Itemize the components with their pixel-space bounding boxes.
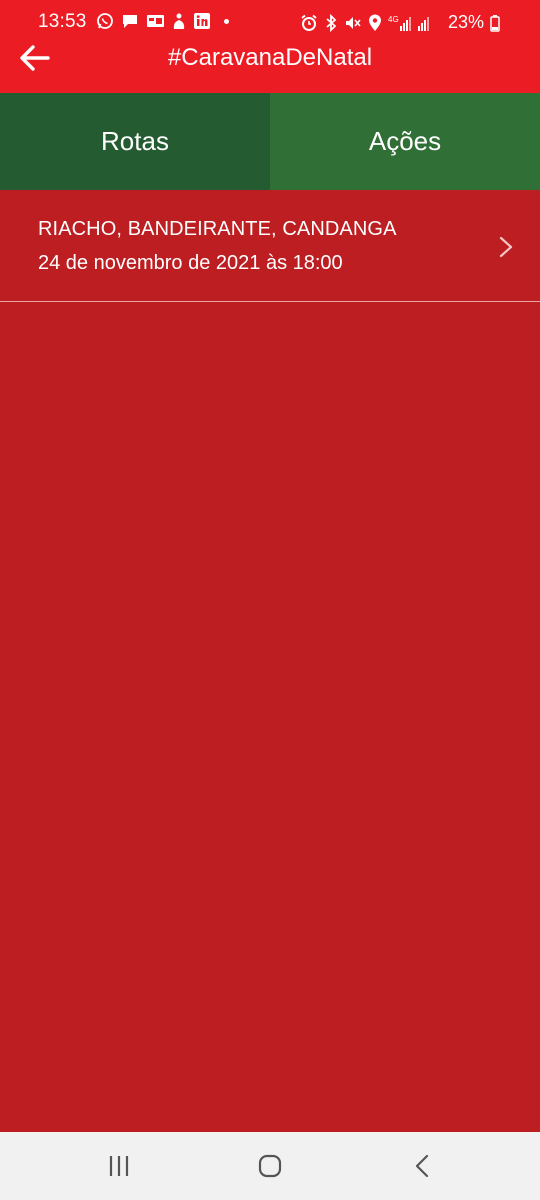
status-bar: 13:53 4G 23% [0,0,540,44]
app-bar: #CaravanaDeNatal [0,44,540,93]
status-time: 13:53 [38,11,87,32]
location-icon [368,14,382,32]
chevron-right-icon [499,236,513,258]
whatsapp-icon [96,12,114,30]
back-icon [415,1154,429,1178]
route-title: RIACHO, BANDEIRANTE, CANDANGA [38,218,397,240]
message-icon [121,12,139,30]
bluetooth-icon [324,13,338,32]
header: 13:53 4G 23% #CaravanaDeNatal [0,0,540,93]
route-list-item[interactable]: RIACHO, BANDEIRANTE, CANDANGA 24 de nove… [0,190,540,302]
status-left-icons [96,12,229,30]
notification-icon [146,12,165,30]
network-type: 4G [388,15,399,24]
tab-rotas[interactable]: Rotas [0,93,270,190]
linkedin-icon [193,12,211,30]
recent-apps-button[interactable] [104,1152,134,1180]
home-button[interactable] [255,1152,285,1180]
system-nav-bar [0,1132,540,1200]
tab-acoes[interactable]: Ações [270,93,540,190]
app-icon [172,12,186,30]
battery-icon [490,14,500,32]
mute-icon [344,14,362,32]
alarm-icon [300,14,318,32]
home-icon [258,1154,282,1178]
system-back-button[interactable] [408,1152,438,1180]
recent-apps-icon [109,1156,129,1176]
signal-icon: 4G [388,14,440,32]
status-right-icons: 4G 23% [300,12,500,33]
notification-dot [224,18,229,24]
route-date: 24 de novembro de 2021 às 18:00 [38,252,343,274]
battery-percentage: 23% [447,12,484,32]
page-title: #CaravanaDeNatal [167,44,373,71]
tab-bar: Rotas Ações [0,93,540,190]
